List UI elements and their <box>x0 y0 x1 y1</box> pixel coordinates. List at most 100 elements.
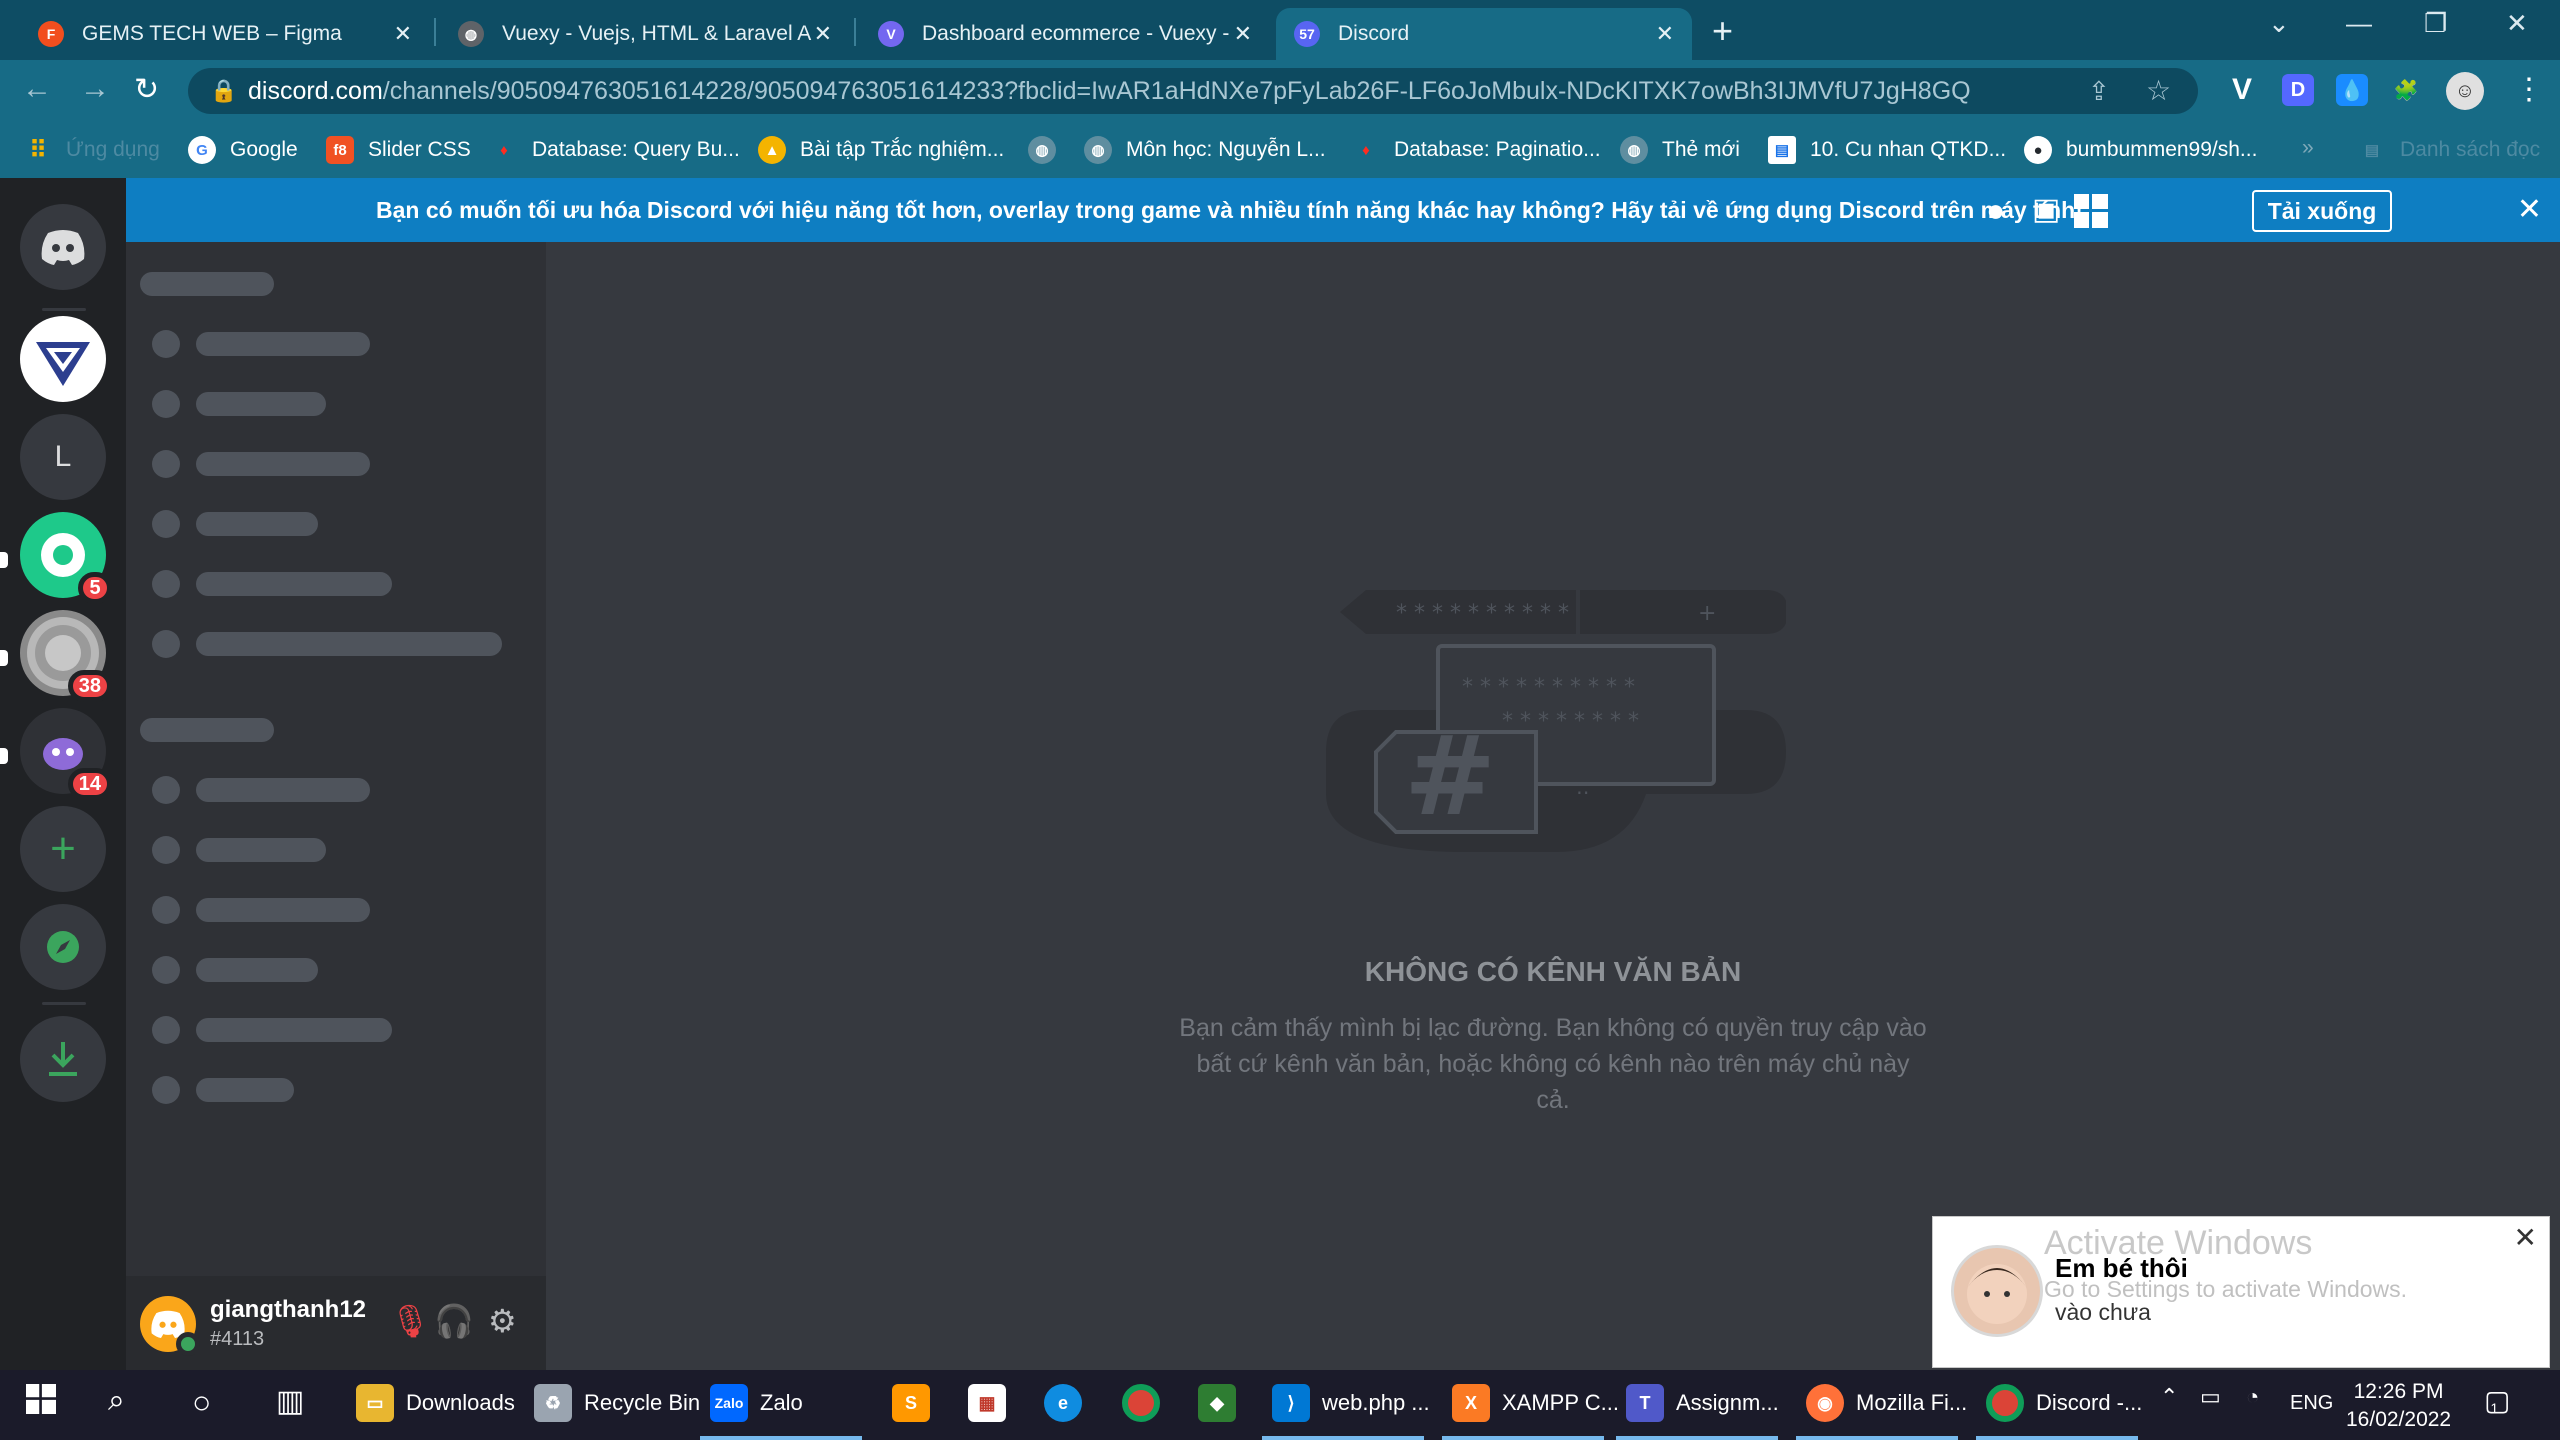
taskbar-app[interactable]: ▦ <box>968 1384 1018 1422</box>
close-window-button[interactable]: ✕ <box>2506 8 2528 39</box>
bookmark-github[interactable]: ● bumbummen99/sh... <box>2024 136 2257 164</box>
svg-text:+: + <box>1698 601 1716 626</box>
browser-tab-bar: F GEMS TECH WEB – Figma ✕ ◍ Vuexy - Vuej… <box>0 0 2560 60</box>
address-bar[interactable]: 🔒 discord.com/channels/90509476305161422… <box>188 68 2198 114</box>
chrome-icon <box>1986 1384 2024 1422</box>
drop-extension-icon[interactable]: 💧 <box>2336 74 2368 106</box>
skeleton-channel <box>196 838 326 862</box>
explore-servers-button[interactable] <box>20 904 106 990</box>
tab-dashboard[interactable]: V Dashboard ecommerce - Vuexy - ✕ <box>860 8 1270 60</box>
restore-button[interactable]: ❐ <box>2424 8 2447 39</box>
download-apps-button[interactable] <box>20 1016 106 1102</box>
taskbar-downloads[interactable]: ▭ Downloads <box>356 1384 515 1422</box>
headphones-icon[interactable]: 🎧 <box>434 1302 474 1340</box>
close-icon[interactable]: ✕ <box>394 21 412 47</box>
laravel-icon: ♦ <box>500 141 508 159</box>
bookmark-db-pagination[interactable]: ♦ Database: Paginatio... <box>1352 136 1600 164</box>
tab-discord[interactable]: 57 Discord ✕ <box>1276 8 1692 60</box>
unread-pill <box>0 552 8 568</box>
start-button[interactable] <box>26 1384 56 1414</box>
bookmark-globe[interactable]: ◍ <box>1028 136 1070 164</box>
taskbar-sublime[interactable]: S <box>892 1384 942 1422</box>
taskbar-zalo[interactable]: Zalo Zalo <box>710 1384 803 1422</box>
extensions-puzzle-icon[interactable]: 🧩 <box>2390 74 2422 106</box>
mention-badge: 38 <box>67 670 112 702</box>
taskbar-chrome[interactable] <box>1122 1384 1172 1422</box>
tab-search-icon[interactable]: ⌄ <box>2268 8 2290 39</box>
close-icon[interactable]: ✕ <box>2514 1221 2537 1254</box>
reload-icon[interactable]: ↻ <box>134 72 159 107</box>
skeleton-icon <box>152 836 180 864</box>
zalo-icon: Zalo <box>710 1384 748 1422</box>
taskbar-label: Assignm... <box>1676 1390 1779 1415</box>
bookmark-db-query[interactable]: ♦ Database: Query Bu... <box>490 136 740 164</box>
server-purple[interactable]: 14 <box>20 708 112 800</box>
sublime-icon: S <box>892 1384 930 1422</box>
skeleton-channel <box>196 778 370 802</box>
bookmark-bai-tap[interactable]: ▲ Bài tập Trắc nghiệm... <box>758 136 1004 164</box>
taskbar-discord-chrome[interactable]: Discord -... <box>1986 1384 2142 1422</box>
bookmark-google[interactable]: G Google <box>188 136 298 164</box>
bookmark-apps[interactable]: ⠿ Ứng dụng <box>24 136 160 164</box>
url-text[interactable]: discord.com/channels/905094763051614228/… <box>248 77 1971 106</box>
taskbar-recycle-bin[interactable]: ♻ Recycle Bin <box>534 1384 700 1422</box>
tab-vuexy[interactable]: ◍ Vuexy - Vuejs, HTML & Laravel A ✕ <box>440 8 850 60</box>
taskbar-xampp[interactable]: X XAMPP C... <box>1452 1384 1619 1422</box>
d-extension-icon[interactable]: D <box>2282 74 2314 106</box>
add-server-button[interactable]: + <box>20 806 106 892</box>
close-icon[interactable]: ✕ <box>1656 21 1674 47</box>
forward-icon[interactable]: → <box>80 72 110 106</box>
taskbar-firefox[interactable]: ◉ Mozilla Fi... <box>1806 1384 1967 1422</box>
settings-gear-icon[interactable]: ⚙ <box>488 1302 517 1340</box>
cortana-icon[interactable]: ○ <box>192 1384 211 1421</box>
unread-pill <box>0 748 8 764</box>
task-view-icon[interactable]: ▥ <box>276 1384 304 1419</box>
taskbar-label: Discord -... <box>2036 1390 2143 1415</box>
tab-figma[interactable]: F GEMS TECH WEB – Figma ✕ <box>20 8 430 60</box>
lock-icon[interactable]: 🔒 <box>210 78 237 104</box>
bookmark-cu-nhan[interactable]: ▤ 10. Cu nhan QTKD... <box>1768 136 2006 164</box>
server-gems[interactable] <box>20 316 106 402</box>
home-button[interactable] <box>20 204 106 290</box>
back-icon[interactable]: ← <box>22 72 52 106</box>
new-tab-button[interactable]: + <box>1712 10 1733 52</box>
search-icon[interactable]: ⌕ <box>108 1384 125 1418</box>
close-icon[interactable]: ✕ <box>814 21 832 47</box>
bookmark-star-icon[interactable]: ☆ <box>2146 74 2171 107</box>
clock[interactable]: 12:26 PM 16/02/2022 <box>2346 1378 2451 1434</box>
bookmark-mon-hoc[interactable]: ◍ Môn học: Nguyễn L... <box>1084 136 1326 164</box>
language-indicator[interactable]: ENG <box>2290 1392 2333 1415</box>
vuetools-extension-icon[interactable]: V <box>2226 73 2258 106</box>
bookmark-label: Môn học: Nguyễn L... <box>1126 138 1326 161</box>
server-l[interactable]: L <box>20 414 106 500</box>
server-green[interactable]: 5 <box>20 512 112 604</box>
bookmark-slider-css[interactable]: f8 Slider CSS <box>326 136 471 164</box>
taskbar-vscode[interactable]: ⟩ web.php ... <box>1272 1384 1430 1422</box>
xampp-icon: X <box>1452 1384 1490 1422</box>
skeleton-channel <box>196 1018 392 1042</box>
bookmark-the-moi[interactable]: ◍ Thẻ mới <box>1620 136 1740 164</box>
taskbar-teams[interactable]: T Assignm... <box>1626 1384 1779 1422</box>
profile-avatar[interactable]: ☺ <box>2446 72 2484 110</box>
empty-state-description: Bạn cảm thấy mình bị lạc đường. Bạn khôn… <box>1179 1014 1927 1114</box>
skeleton-icon <box>152 390 180 418</box>
reading-list[interactable]: ▤ Danh sách đọc <box>2358 136 2540 164</box>
close-icon[interactable]: ✕ <box>2517 192 2542 227</box>
bookmarks-overflow[interactable]: » <box>2302 136 2314 160</box>
minimize-button[interactable]: — <box>2346 8 2372 39</box>
action-center-icon[interactable]: ▢ 1 <box>2484 1384 2510 1417</box>
server-coin[interactable]: 38 <box>20 610 112 702</box>
download-button[interactable]: Tải xuống <box>2252 190 2392 232</box>
taskbar-photos[interactable]: ◆ <box>1198 1384 1248 1422</box>
menu-kebab-icon[interactable]: ⋮ <box>2514 72 2544 107</box>
battery-icon[interactable]: ▭ <box>2200 1384 2221 1410</box>
bookmarks-bar: ⠿ Ứng dụng G Google f8 Slider CSS ♦ Data… <box>0 122 2560 178</box>
tray-chevron-icon[interactable]: ⌃ <box>2160 1384 2178 1410</box>
share-icon[interactable]: ⇪ <box>2088 76 2110 107</box>
taskbar-edge[interactable]: e <box>1044 1384 1094 1422</box>
android-icon: ▣ <box>2032 193 2061 226</box>
close-icon[interactable]: ✕ <box>1234 21 1252 47</box>
hat-icon: ▲ <box>758 136 786 164</box>
mute-microphone-icon[interactable]: 🎙 <box>390 1302 431 1340</box>
wifi-icon[interactable]: ◔ <box>2246 1384 2259 1410</box>
